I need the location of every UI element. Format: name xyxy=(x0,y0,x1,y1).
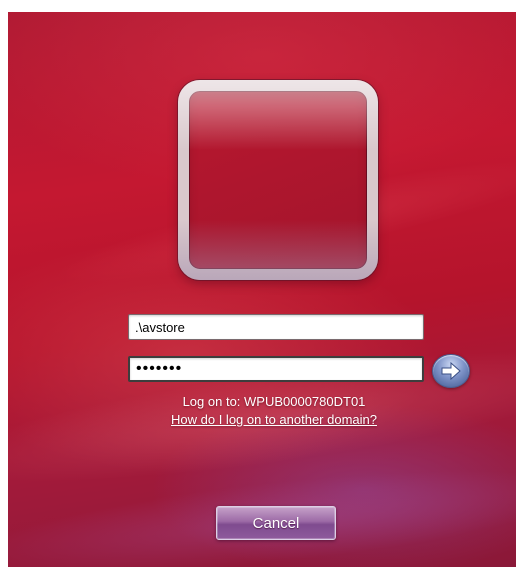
submit-button[interactable] xyxy=(432,354,470,388)
cancel-button[interactable]: Cancel xyxy=(216,506,336,540)
password-field[interactable] xyxy=(128,356,424,382)
logon-screen: Log on to: WPUB0000780DT01 How do I log … xyxy=(8,12,516,567)
arrow-right-icon xyxy=(441,361,461,381)
logon-to-label: Log on to: WPUB0000780DT01 xyxy=(182,394,366,409)
other-domain-help: How do I log on to another domain? xyxy=(8,412,516,427)
username-field[interactable] xyxy=(128,314,424,340)
user-picture-tile xyxy=(178,80,378,280)
other-domain-link[interactable]: How do I log on to another domain? xyxy=(171,412,377,427)
